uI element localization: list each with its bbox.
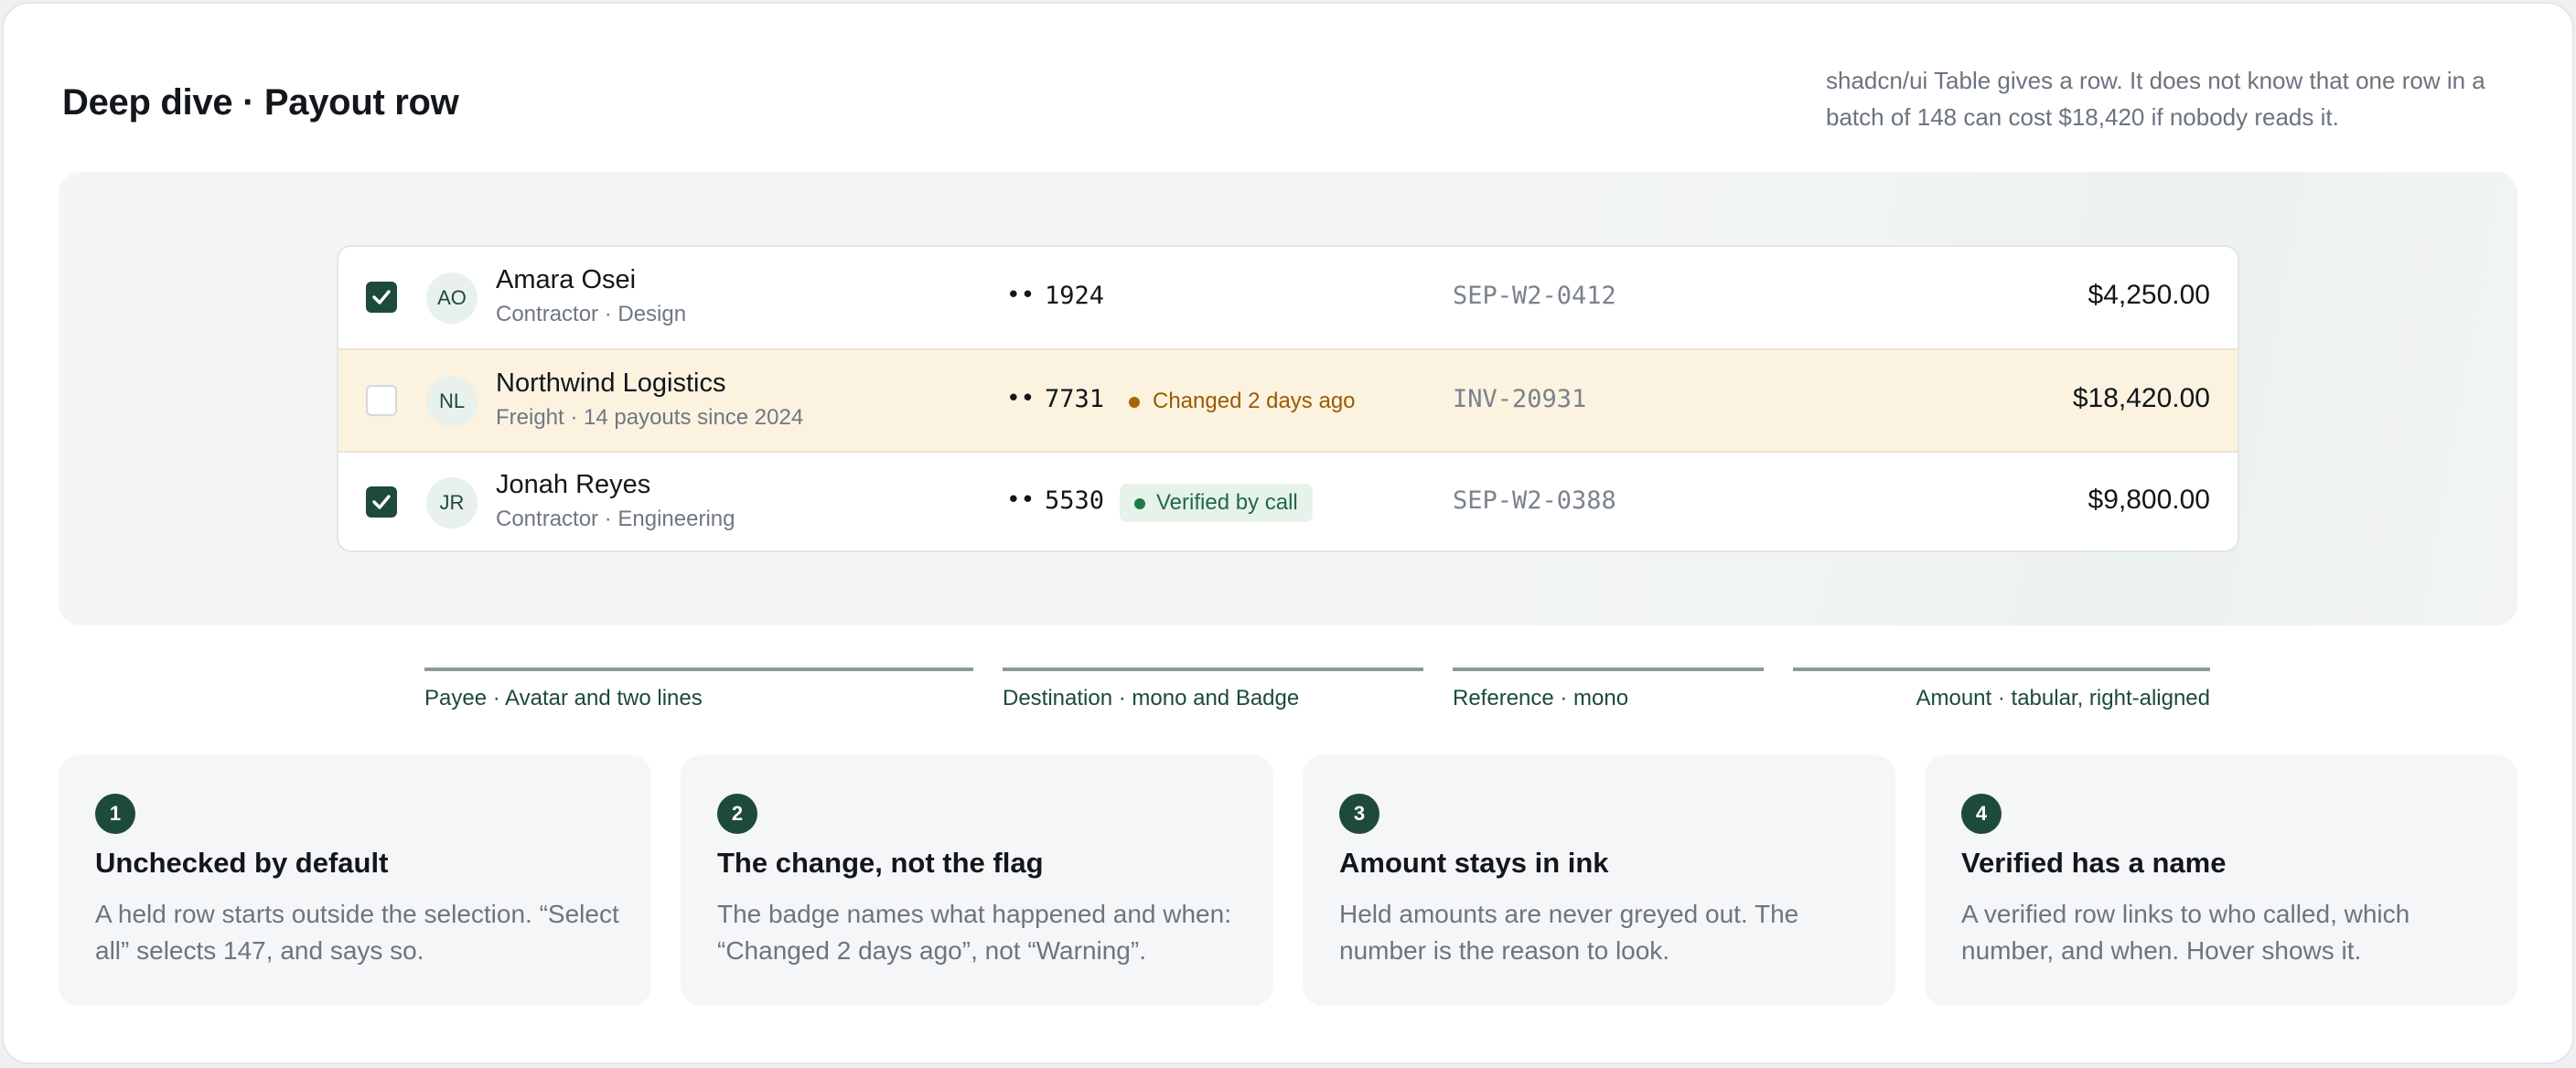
payee-name: Jonah Reyes bbox=[496, 470, 651, 499]
payee-subtitle: Contractor · Design bbox=[496, 302, 687, 326]
badge-label: Changed 2 days ago bbox=[1153, 389, 1356, 413]
card-body: A held row starts outside the selection.… bbox=[95, 900, 619, 965]
card-title: The change, not the flag bbox=[717, 847, 1044, 879]
account-last4: 1924 bbox=[1045, 282, 1105, 310]
card-body: The badge names what happened and when: … bbox=[717, 900, 1231, 965]
badge-label: Verified by call bbox=[1156, 490, 1298, 515]
card-title: Unchecked by default bbox=[95, 847, 389, 879]
avatar: AO bbox=[426, 272, 478, 324]
reference-code: SEP-W2-0388 bbox=[1453, 486, 1616, 515]
column-rule-amount bbox=[1793, 668, 2210, 671]
payout-table: AO Amara Osei Contractor · Design •• 192… bbox=[337, 245, 2239, 552]
row-checkbox-checked[interactable] bbox=[366, 486, 397, 518]
reference-code: SEP-W2-0412 bbox=[1453, 282, 1616, 310]
payout-amount: $4,250.00 bbox=[2088, 280, 2210, 310]
page-title: Deep dive · Payout row bbox=[62, 82, 459, 123]
payee-subtitle: Contractor · Engineering bbox=[496, 507, 735, 531]
card-title: Amount stays in ink bbox=[1339, 847, 1609, 879]
note-card: 2 The change, not the flag The badge nam… bbox=[681, 755, 1273, 1006]
verified-badge[interactable]: Verified by call bbox=[1120, 484, 1313, 522]
avatar: JR bbox=[426, 477, 478, 529]
account-last4: 5530 bbox=[1045, 486, 1105, 515]
changed-badge: Changed 2 days ago bbox=[1125, 382, 1370, 421]
card-body: A verified row links to who called, whic… bbox=[1961, 900, 2410, 965]
avatar: NL bbox=[426, 376, 478, 427]
masked-account-dots: •• bbox=[1006, 385, 1036, 412]
row-checkbox-checked[interactable] bbox=[366, 282, 397, 313]
table-row-held[interactable]: NL Northwind Logistics Freight · 14 payo… bbox=[338, 348, 2238, 453]
column-label-payee: Payee · Avatar and two lines bbox=[424, 686, 703, 710]
step-number: 4 bbox=[1961, 794, 2002, 834]
page-description: shadcn/ui Table gives a row. It does not… bbox=[1826, 67, 2485, 131]
column-label-amount: Amount · tabular, right-aligned bbox=[1916, 686, 2210, 710]
note-card: 1 Unchecked by default A held row starts… bbox=[59, 755, 651, 1006]
account-last4: 7731 bbox=[1045, 385, 1105, 413]
row-checkbox-unchecked[interactable] bbox=[366, 385, 397, 416]
card-body: Held amounts are never greyed out. The n… bbox=[1339, 900, 1799, 965]
payee-name: Amara Osei bbox=[496, 265, 637, 294]
check-icon bbox=[372, 495, 391, 509]
payout-amount: $18,420.00 bbox=[2072, 383, 2210, 413]
masked-account-dots: •• bbox=[1006, 486, 1036, 514]
reference-code: INV-20931 bbox=[1453, 385, 1587, 413]
step-number: 2 bbox=[717, 794, 757, 834]
payee-name: Northwind Logistics bbox=[496, 368, 726, 398]
card-title: Verified has a name bbox=[1961, 847, 2227, 879]
note-card: 3 Amount stays in ink Held amounts are n… bbox=[1303, 755, 1895, 1006]
column-rule-reference bbox=[1453, 668, 1764, 671]
table-row[interactable]: AO Amara Osei Contractor · Design •• 192… bbox=[338, 247, 2238, 349]
masked-account-dots: •• bbox=[1006, 282, 1036, 309]
column-rule-destination bbox=[1003, 668, 1423, 671]
column-label-reference: Reference · mono bbox=[1453, 686, 1629, 710]
payout-amount: $9,800.00 bbox=[2088, 485, 2210, 515]
column-label-destination: Destination · mono and Badge bbox=[1003, 686, 1300, 710]
column-rule-payee bbox=[424, 668, 973, 671]
check-icon bbox=[372, 290, 391, 304]
step-number: 1 bbox=[95, 794, 135, 834]
table-row[interactable]: JR Jonah Reyes Contractor · Engineering … bbox=[338, 452, 2238, 550]
step-number: 3 bbox=[1339, 794, 1379, 834]
payee-subtitle: Freight · 14 payouts since 2024 bbox=[496, 405, 804, 430]
status-dot-icon bbox=[1129, 397, 1140, 408]
note-card: 4 Verified has a name A verified row lin… bbox=[1925, 755, 2517, 1006]
status-dot-icon bbox=[1134, 498, 1145, 509]
